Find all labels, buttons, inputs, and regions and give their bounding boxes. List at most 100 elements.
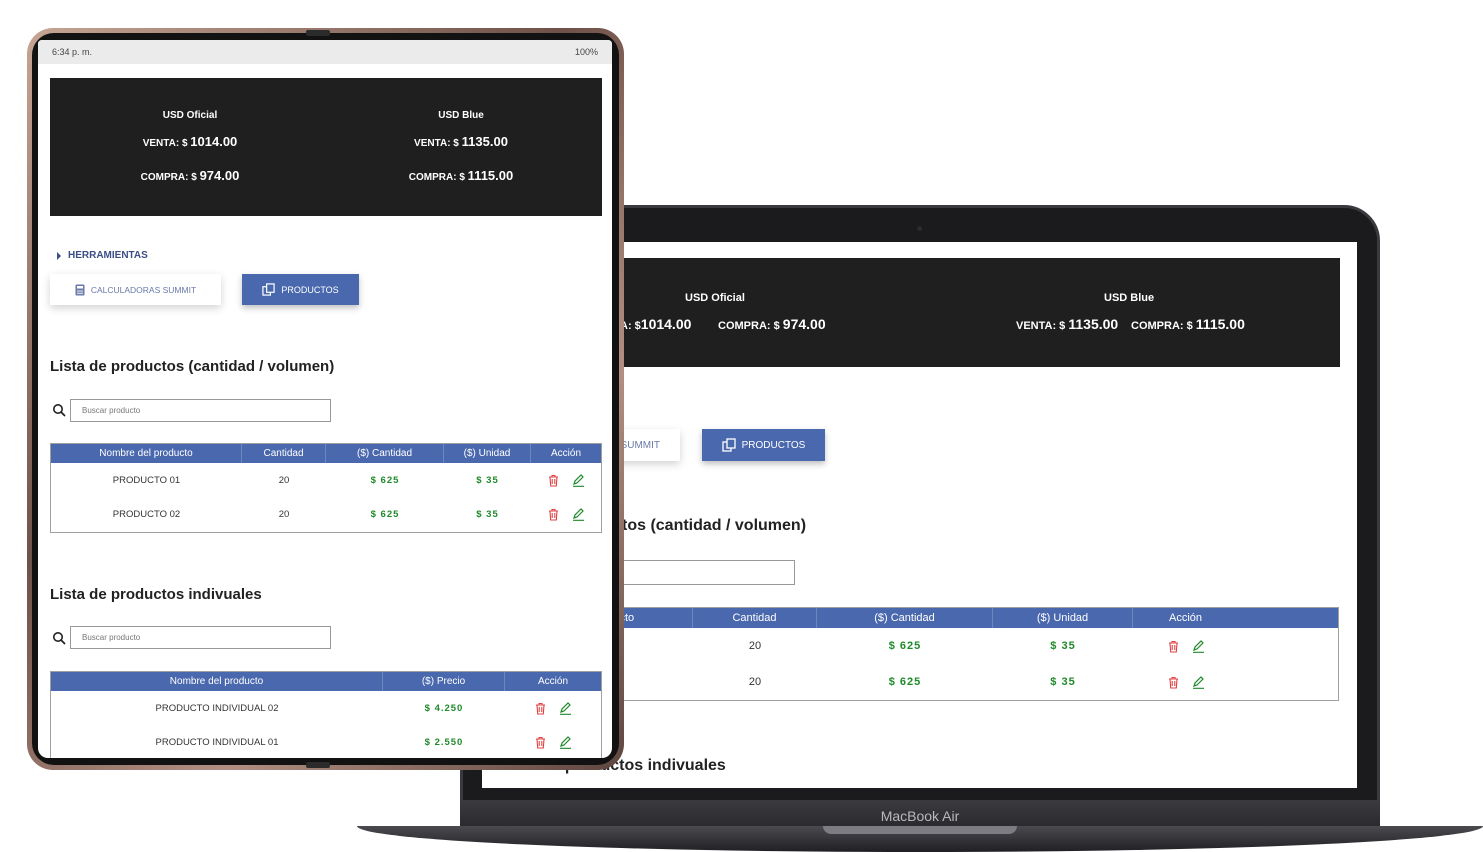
product-table: Nombre del producto Cantidad ($) Cantida… bbox=[50, 443, 602, 533]
table-row: PRODUCTO 01 20 $ 625 $ 35 bbox=[51, 463, 601, 497]
exchange-rates-panel: USD Oficial VENTA: $ 1014.00 COMPRA: $ 9… bbox=[50, 78, 602, 216]
trash-icon[interactable] bbox=[547, 474, 560, 487]
col-header-action: Acción bbox=[550, 448, 581, 459]
edit-icon[interactable] bbox=[572, 473, 585, 487]
cell-price-qty: $ 625 bbox=[370, 508, 400, 520]
usd-oficial-title: USD Oficial bbox=[685, 292, 745, 304]
table-row: PRODUCTO INDIVIDUAL 01 $ 2.550 bbox=[51, 725, 601, 758]
usd-blue-title: USD Blue bbox=[438, 110, 484, 121]
cell-actions bbox=[505, 691, 601, 725]
laptop-notch bbox=[823, 826, 1017, 834]
cell-actions bbox=[505, 725, 601, 758]
usd-oficial-compra: COMPRA: $ 974.00 bbox=[718, 316, 826, 332]
usd-oficial-venta: A: $1014.00 bbox=[620, 316, 692, 332]
col-header-price-qty: ($) Cantidad bbox=[817, 608, 993, 628]
cell-price-qty: $ 625 bbox=[888, 640, 922, 652]
cell-name: PRODUCTO INDIVIDUAL 02 bbox=[155, 702, 279, 714]
copy-icon bbox=[262, 283, 276, 296]
cell-price-unit: $ 35 bbox=[1050, 640, 1076, 652]
cell-qty: 20 bbox=[748, 640, 762, 652]
cell-qty: 20 bbox=[748, 676, 762, 688]
cell-name: PRODUCTO 02 bbox=[112, 508, 181, 520]
usd-oficial-title: USD Oficial bbox=[162, 110, 218, 121]
product-list-heading: Lista de productos (cantidad / volumen) bbox=[50, 358, 335, 375]
hinge-bottom bbox=[306, 762, 330, 768]
laptop-base: MacBook Air bbox=[357, 800, 1483, 852]
search-icon bbox=[53, 404, 66, 417]
edit-icon[interactable] bbox=[572, 507, 585, 521]
search-input[interactable]: Buscar producto bbox=[70, 626, 331, 649]
cell-price: $ 4.250 bbox=[424, 702, 464, 714]
cell-price-unit: $ 35 bbox=[476, 474, 499, 486]
col-header-price: ($) Precio bbox=[383, 672, 505, 691]
table-header: Nombre del producto ($) Precio Acción bbox=[51, 672, 601, 691]
copy-icon bbox=[721, 438, 736, 452]
search-input[interactable]: Buscar producto bbox=[70, 399, 331, 422]
cell-price-unit: $ 35 bbox=[476, 508, 499, 520]
individual-list-heading: Lista de productos indivuales bbox=[50, 586, 262, 603]
cell-name: PRODUCTO INDIVIDUAL 01 bbox=[155, 736, 279, 748]
col-header-price-unit: ($) Unidad bbox=[444, 444, 531, 463]
usd-oficial-compra: COMPRA: $ 974.00 bbox=[140, 168, 240, 183]
trash-icon[interactable] bbox=[534, 736, 547, 749]
products-button[interactable]: PRODUCTOS bbox=[702, 429, 825, 461]
cell-price-qty: $ 625 bbox=[888, 676, 922, 688]
usd-blue-venta: VENTA: $ 1135.00 bbox=[1016, 316, 1119, 332]
tools-toggle[interactable]: HERRAMIENTAS bbox=[56, 250, 148, 261]
edit-icon[interactable] bbox=[1192, 675, 1205, 689]
col-header-qty: Cantidad bbox=[693, 608, 817, 628]
search-icon bbox=[53, 632, 66, 645]
cell-price-unit: $ 35 bbox=[1050, 676, 1076, 688]
col-header-action: Acción bbox=[1168, 612, 1203, 624]
cell-qty: 20 bbox=[278, 508, 290, 520]
mockup-stage: USD Oficial A: $1014.00 COMPRA: $ 974.00… bbox=[0, 0, 1483, 852]
phone-screen: 6:34 p. m. 100% USD Oficial VENTA: $ 101… bbox=[38, 40, 612, 758]
table-row: ODUCTO 02 20 $ 625 $ 35 bbox=[503, 664, 1338, 700]
usd-blue-venta: VENTA: $ 1135.00 bbox=[414, 134, 508, 149]
cell-actions bbox=[1133, 628, 1238, 664]
usd-oficial-venta: VENTA: $ 1014.00 bbox=[142, 134, 238, 149]
table-header: re del producto Cantidad ($) Cantidad ($… bbox=[503, 608, 1338, 628]
battery-status: 100% bbox=[574, 47, 598, 57]
col-header-action: Acción bbox=[537, 676, 568, 687]
cell-name: PRODUCTO 01 bbox=[112, 474, 181, 486]
col-header-price-unit: ($) Unidad bbox=[993, 608, 1133, 628]
trash-icon[interactable] bbox=[1167, 676, 1180, 689]
table-row: PRODUCTO 02 20 $ 625 $ 35 bbox=[51, 497, 601, 531]
col-header-price-qty: ($) Cantidad bbox=[326, 444, 444, 463]
cell-actions bbox=[531, 497, 601, 531]
cell-price-qty: $ 625 bbox=[370, 474, 400, 486]
calculators-button[interactable]: CALCULADORAS SUMMIT bbox=[50, 274, 221, 305]
cell-actions bbox=[1133, 664, 1238, 700]
status-time: 6:34 p. m. bbox=[52, 47, 93, 57]
col-header-name: Nombre del producto bbox=[51, 444, 242, 463]
usd-blue-compra: COMPRA: $ 1115.00 bbox=[1131, 316, 1245, 332]
edit-icon[interactable] bbox=[1192, 639, 1205, 653]
usd-blue-compra: COMPRA: $ 1115.00 bbox=[408, 168, 514, 183]
cell-actions bbox=[531, 463, 601, 497]
camera-icon bbox=[917, 226, 922, 231]
table-row: ODUCTO 01 20 $ 625 $ 35 bbox=[503, 628, 1338, 664]
table-row: PRODUCTO INDIVIDUAL 02 $ 4.250 bbox=[51, 691, 601, 725]
col-header-name: Nombre del producto bbox=[51, 672, 383, 691]
hinge-top bbox=[306, 30, 330, 36]
table-header: Nombre del producto Cantidad ($) Cantida… bbox=[51, 444, 601, 463]
cell-price: $ 2.550 bbox=[424, 736, 464, 748]
product-table: re del producto Cantidad ($) Cantidad ($… bbox=[502, 607, 1339, 701]
products-button[interactable]: PRODUCTOS bbox=[242, 274, 359, 305]
cell-qty: 20 bbox=[278, 474, 290, 486]
usd-blue-title: USD Blue bbox=[1104, 292, 1155, 304]
edit-icon[interactable] bbox=[559, 701, 572, 715]
product-list-heading: tos (cantidad / volumen) bbox=[622, 517, 807, 534]
trash-icon[interactable] bbox=[547, 508, 560, 521]
caret-right-icon bbox=[57, 251, 61, 260]
calculator-icon bbox=[75, 284, 85, 295]
tools-label: HERRAMIENTAS bbox=[68, 250, 148, 261]
col-header-qty: Cantidad bbox=[242, 444, 326, 463]
laptop-model-label: MacBook Air bbox=[880, 808, 960, 824]
individual-product-table: Nombre del producto ($) Precio Acción PR… bbox=[50, 671, 602, 758]
status-bar: 6:34 p. m. 100% bbox=[38, 40, 612, 64]
trash-icon[interactable] bbox=[534, 702, 547, 715]
trash-icon[interactable] bbox=[1167, 640, 1180, 653]
edit-icon[interactable] bbox=[559, 735, 572, 749]
